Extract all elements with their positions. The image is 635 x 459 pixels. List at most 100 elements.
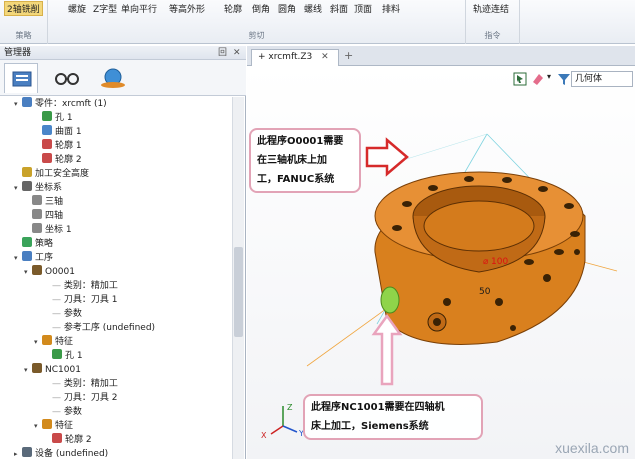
safety-height-icon — [22, 167, 32, 177]
render-tab[interactable] — [96, 63, 130, 93]
tree-branch-line: — — [52, 281, 64, 291]
tree-item[interactable]: — 类别：精加工 — [0, 279, 232, 293]
tree-item-label: 工序 — [35, 253, 54, 263]
ribbon-button[interactable]: 轨迹连结 — [473, 2, 509, 15]
tree-item-label: 轮廓 2 — [65, 435, 92, 445]
tree-item[interactable]: 孔 1 — [0, 349, 232, 363]
watermark: xuexila.com — [555, 440, 629, 456]
tree-item-label: 类别：精加工 — [63, 379, 118, 389]
manager-tree: ▾ 零件：xrcmft (1) 孔 1 曲面 1 轮廓 1 轮廓 2 加工安全高度 ▾ 坐标系三… — [0, 97, 232, 459]
ribbon-button[interactable]: 斜面 — [330, 2, 348, 15]
manager-tabs — [0, 60, 246, 96]
tree-item[interactable]: 曲面 1 — [0, 125, 232, 139]
tree-item[interactable]: 轮廓 2 — [0, 433, 232, 447]
tree-item[interactable]: ▾ NC1001 — [0, 363, 232, 377]
feature-icon — [42, 335, 52, 345]
ribbon-group: 螺旋 Z字型 单向平行 等高外形 轮廓 倒角 圆角 螺线 斜面 顶面 排料 剪切 — [48, 0, 466, 44]
callout-o0001: 此程序O0001需要 在三轴机床上加 工，FANUC系统 — [249, 128, 361, 193]
tree-item-label: 特征 — [55, 421, 74, 431]
ribbon-button[interactable]: Z字型 — [93, 2, 117, 15]
tree-item[interactable]: 轮廓 1 — [0, 139, 232, 153]
tree-branch-line: — — [52, 323, 64, 333]
operation-icon — [22, 251, 32, 261]
expand-toggle-icon[interactable]: ▾ — [14, 181, 22, 195]
ribbon-button[interactable]: 顶面 — [354, 2, 372, 15]
expand-toggle-icon[interactable]: ▾ — [34, 335, 42, 349]
expand-toggle-icon[interactable]: ▾ — [24, 363, 32, 377]
tree-item[interactable]: — 类别：精加工 — [0, 377, 232, 391]
ribbon-button[interactable]: 排料 — [382, 2, 400, 15]
tree-item[interactable]: 加工安全高度 — [0, 167, 232, 181]
ribbon-group-label: 策略 — [15, 31, 32, 40]
ribbon-button[interactable]: 圆角 — [278, 2, 296, 15]
ribbon-group: 2轴铣削策略 — [0, 0, 48, 44]
manager-title-bar: 管理器 回 ✕ — [0, 46, 246, 60]
tree-item-label: 类别：精加工 — [63, 281, 118, 291]
pin-icon[interactable]: 回 — [218, 46, 227, 60]
tree-item[interactable]: 孔 1 — [0, 111, 232, 125]
tree-item-label: NC1001 — [45, 365, 81, 375]
view-tab[interactable] — [50, 63, 84, 93]
tree-item[interactable]: — 参数 — [0, 307, 232, 321]
part-tree-icon — [12, 71, 32, 87]
new-tab-button[interactable]: + — [344, 49, 353, 62]
ribbon-button[interactable]: 螺线 — [304, 2, 322, 15]
callout-line: 此程序NC1001需要在四轴机 — [311, 402, 445, 413]
expand-toggle-icon[interactable]: ▸ — [14, 447, 22, 459]
ribbon-button[interactable]: 单向平行 — [121, 2, 157, 15]
ribbon-button[interactable]: 螺旋 — [68, 2, 86, 15]
tree-item-label: 刀具：刀具 2 — [63, 393, 118, 403]
close-panel-icon[interactable]: ✕ — [233, 46, 241, 60]
tree-item-label: O0001 — [45, 267, 75, 277]
tree-scroll-thumb[interactable] — [234, 247, 243, 337]
tree-item-label: 孔 1 — [55, 113, 73, 123]
tree-item[interactable]: — 参考工序 (undefined) — [0, 321, 232, 335]
expand-toggle-icon[interactable]: ▾ — [14, 97, 22, 111]
surface-icon — [42, 125, 52, 135]
expand-toggle-icon[interactable]: ▾ — [24, 265, 32, 279]
tree-item[interactable]: ▾ 坐标系 — [0, 181, 232, 195]
tree-item[interactable]: ▾ O0001 — [0, 265, 232, 279]
tree-item[interactable]: 四轴 — [0, 209, 232, 223]
contour-icon — [42, 139, 52, 149]
tree-item[interactable]: ▾ 工序 — [0, 251, 232, 265]
part-tree-tab[interactable] — [4, 63, 38, 93]
ribbon-button[interactable]: 轮廓 — [224, 2, 242, 15]
axis-icon — [32, 195, 42, 205]
tree-item[interactable]: ▾ 特征 — [0, 335, 232, 349]
ribbon-button[interactable]: 2轴铣削 — [4, 1, 43, 16]
ribbon-button[interactable]: 等高外形 — [169, 2, 205, 15]
device-icon — [22, 447, 32, 457]
expand-toggle-icon[interactable]: ▾ — [34, 419, 42, 433]
tree-item[interactable]: 轮廓 2 — [0, 153, 232, 167]
3d-viewport[interactable]: ▾ 几何体 ⌀ 100 50 Z X Y 此程序O0001需要 在三轴机床上加 … — [247, 66, 635, 459]
ribbon-group: 轨迹连结 指令 — [466, 0, 520, 44]
contour-icon — [42, 153, 52, 163]
tree-item[interactable]: 坐标 1 — [0, 223, 232, 237]
tree-item[interactable]: ▾ 特征 — [0, 419, 232, 433]
callout-line: 床上加工，Siemens系统 — [311, 421, 429, 432]
tree-item-label: 策略 — [35, 239, 54, 249]
tree-item[interactable]: — 刀具：刀具 1 — [0, 293, 232, 307]
axis-label: Z — [287, 403, 293, 412]
tree-item[interactable]: — 参数 — [0, 405, 232, 419]
tree-item-label: 刀具：刀具 1 — [63, 295, 118, 305]
manager-title: 管理器 — [4, 48, 32, 58]
tree-item[interactable]: ▸ 设备 (undefined) — [0, 447, 232, 459]
program-icon — [32, 363, 42, 373]
glasses-icon — [55, 73, 79, 85]
callout-line: 工，FANUC系统 — [257, 174, 335, 185]
tree-item[interactable]: ▾ 零件：xrcmft (1) — [0, 97, 232, 111]
ribbon-button[interactable]: 倒角 — [252, 2, 270, 15]
tree-scrollbar[interactable] — [232, 97, 244, 459]
tree-item[interactable]: — 刀具：刀具 2 — [0, 391, 232, 405]
tree-item[interactable]: 三轴 — [0, 195, 232, 209]
document-tab[interactable]: + xrcmft.Z3 ✕ — [251, 49, 339, 66]
callout-line: 此程序O0001需要 — [257, 136, 344, 147]
close-icon[interactable]: ✕ — [321, 52, 329, 62]
tree-item[interactable]: 策略 — [0, 237, 232, 251]
tree-item-label: 加工安全高度 — [35, 169, 90, 179]
expand-toggle-icon[interactable]: ▾ — [14, 251, 22, 265]
ribbon-toolbar: 2轴铣削 策略 螺旋 Z字型 单向平行 等高外形 轮廓 倒角 圆角 螺线 斜面 顶面 排料 剪切 轨迹连结指… — [0, 0, 635, 44]
tree-item-label: 四轴 — [45, 211, 64, 221]
